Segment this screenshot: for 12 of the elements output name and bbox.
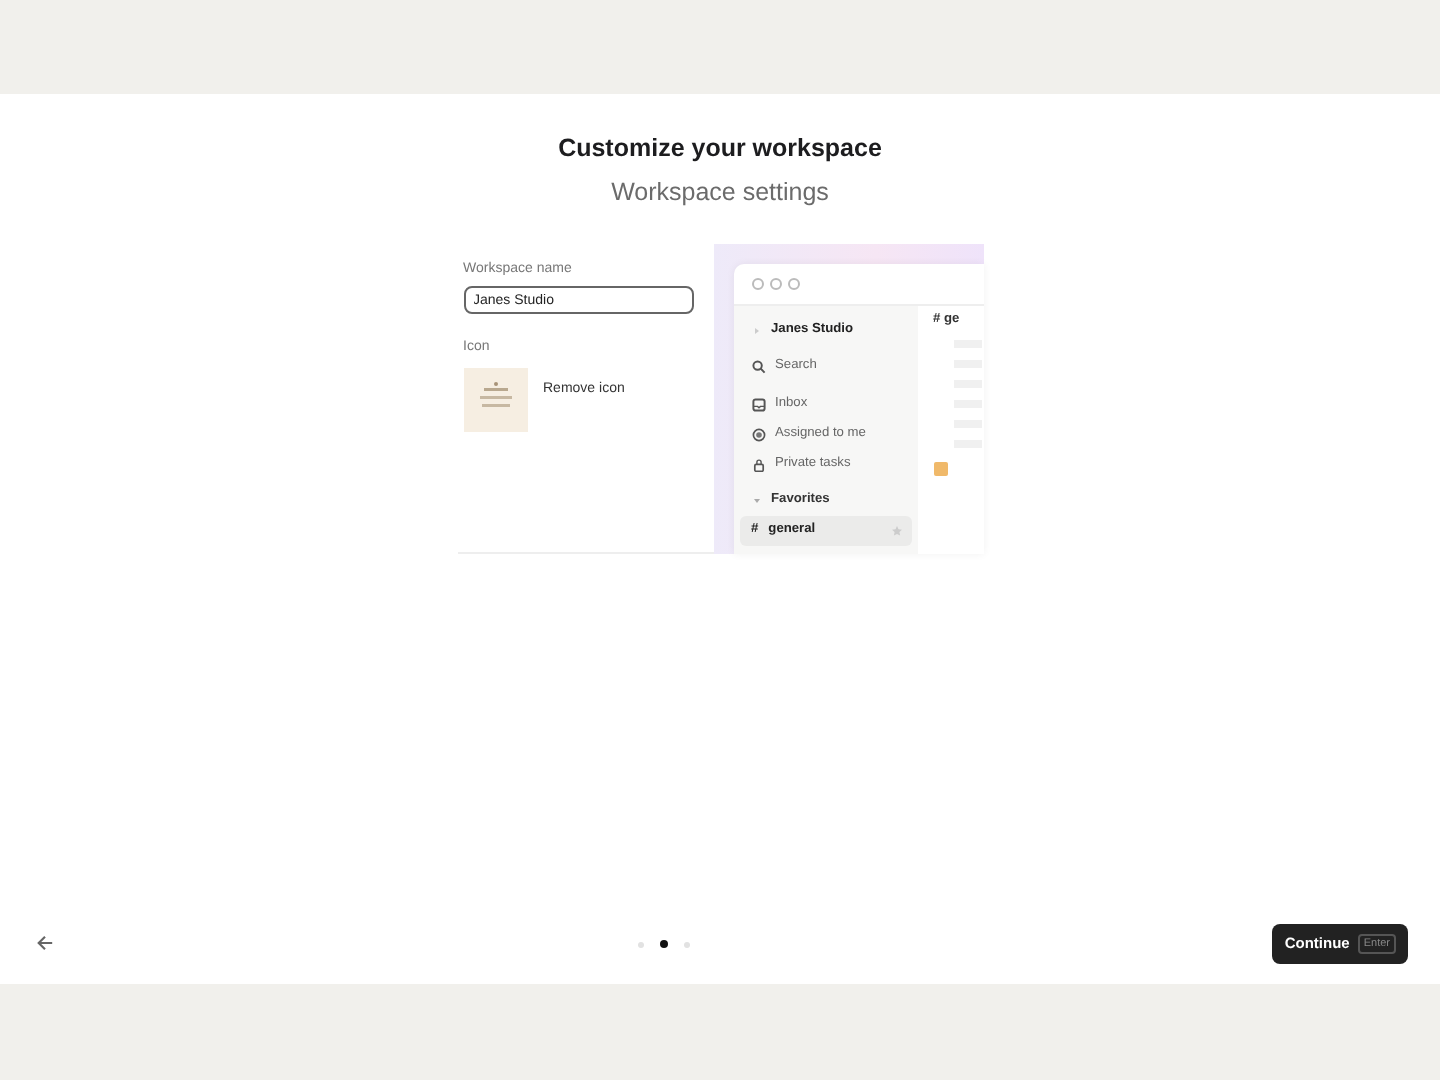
caret-icon xyxy=(751,495,761,505)
tag-icon xyxy=(933,462,947,477)
target-icon xyxy=(751,427,765,441)
lock-icon xyxy=(751,457,765,471)
back-arrow-icon xyxy=(36,934,54,953)
star-icon xyxy=(891,525,901,535)
page-title: Customize your workspace xyxy=(558,132,882,166)
page-subtitle: Workspace settings xyxy=(611,175,829,210)
caret-icon xyxy=(751,325,761,335)
page-dot[interactable] xyxy=(659,940,668,948)
inbox-icon xyxy=(751,397,765,411)
search-icon xyxy=(751,359,765,373)
